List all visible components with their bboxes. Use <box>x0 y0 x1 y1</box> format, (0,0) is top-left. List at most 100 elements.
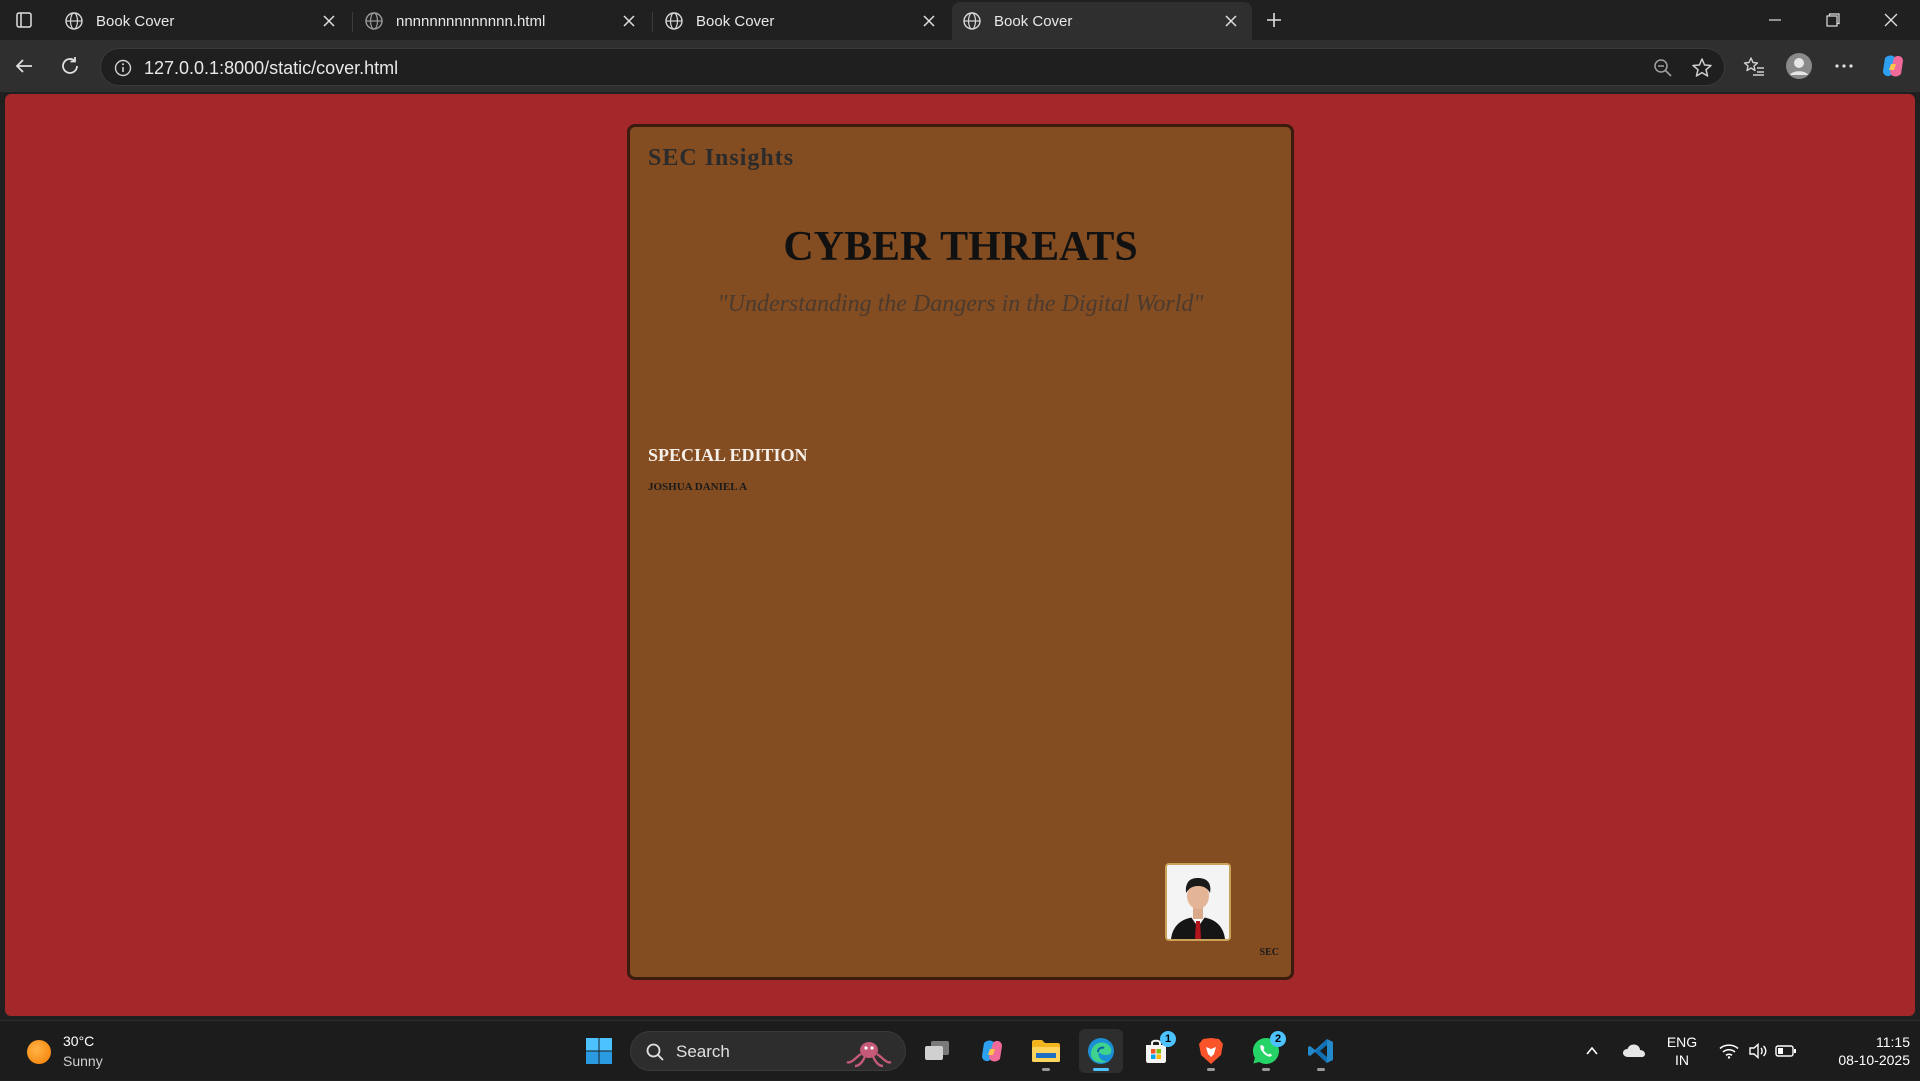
weather-widget[interactable]: 30°C Sunny <box>25 1031 135 1071</box>
reload-button[interactable] <box>54 50 86 82</box>
speaker-icon <box>1749 1043 1767 1059</box>
profile-button[interactable] <box>1783 50 1815 82</box>
taskbar-edge[interactable] <box>1079 1029 1123 1073</box>
tab-actions-button[interactable] <box>10 8 38 32</box>
wifi-icon <box>1719 1044 1739 1059</box>
copilot-icon <box>982 1040 1002 1062</box>
tab-book-cover-1[interactable]: Book Cover <box>54 2 350 40</box>
input-language-indicator[interactable]: ENG IN <box>1660 1033 1704 1069</box>
site-info-icon[interactable] <box>113 58 133 78</box>
brave-lion-icon <box>1199 1038 1223 1064</box>
tab-title: Book Cover <box>994 12 1073 30</box>
notification-badge: 2 <box>1270 1031 1286 1047</box>
favorites-button[interactable] <box>1738 50 1770 82</box>
tab-close-button[interactable] <box>318 10 340 32</box>
more-menu-button[interactable] <box>1828 50 1860 82</box>
plus-icon <box>1267 13 1281 27</box>
task-view-button[interactable] <box>915 1029 959 1073</box>
close-icon <box>1884 13 1898 27</box>
region-code: IN <box>1675 1052 1689 1068</box>
volume-status[interactable] <box>1744 1021 1772 1081</box>
edge-browser-icon <box>1088 1038 1114 1064</box>
publisher-name: SEC Insights <box>648 145 795 171</box>
edition-label: SPECIAL EDITION <box>648 445 808 465</box>
close-icon <box>323 15 335 27</box>
clock-date: 08-10-2025 <box>1838 1052 1910 1068</box>
page-viewport: SEC Insights CYBER THREATS "Understandin… <box>5 94 1915 1016</box>
running-indicator <box>1042 1068 1050 1071</box>
new-tab-button[interactable] <box>1260 6 1288 34</box>
weather-temperature: 30°C <box>63 1033 95 1049</box>
taskbar-store[interactable]: 1 <box>1134 1029 1178 1073</box>
minimize-button[interactable] <box>1746 0 1804 40</box>
running-indicator <box>1262 1068 1270 1071</box>
cloud-icon <box>1623 1044 1645 1057</box>
tab-title: nnnnnnnnnnnnnn.html <box>396 12 546 30</box>
back-button[interactable] <box>8 50 40 82</box>
windows-logo-icon <box>586 1038 612 1064</box>
tab-nnnn-html[interactable]: nnnnnnnnnnnnnn.html <box>352 2 650 40</box>
browser-toolbar: 127.0.0.1:8000/static/cover.html <box>0 40 1920 92</box>
tab-title: Book Cover <box>96 12 175 30</box>
globe-icon <box>365 12 383 30</box>
tab-close-button[interactable] <box>918 10 940 32</box>
tab-strip: Book Cover nnnnnnnnnnnnnn.html Book Cove… <box>0 0 1920 40</box>
author-name: JOSHUA DANIEL A <box>648 481 748 493</box>
copilot-button[interactable] <box>1877 50 1909 82</box>
brand-mark: SEC <box>1259 947 1279 958</box>
folder-icon <box>1032 1040 1060 1062</box>
wifi-status[interactable] <box>1714 1021 1744 1081</box>
taskbar-vscode[interactable] <box>1299 1029 1343 1073</box>
battery-status[interactable] <box>1772 1021 1800 1081</box>
onedrive-button[interactable] <box>1618 1021 1650 1081</box>
tab-book-cover-2[interactable]: Book Cover <box>652 2 950 40</box>
back-arrow-icon <box>15 59 32 73</box>
tab-close-button[interactable] <box>618 10 640 32</box>
taskbar-file-explorer[interactable] <box>1024 1029 1068 1073</box>
taskbar-copilot-app[interactable] <box>970 1029 1014 1073</box>
running-indicator <box>1317 1068 1325 1071</box>
favorite-star-icon[interactable] <box>1690 56 1714 80</box>
search-highlight-icon <box>846 1042 892 1068</box>
book-title: CYBER THREATS <box>783 224 1138 270</box>
book-tagline: "Understanding the Dangers in the Digita… <box>717 291 1204 317</box>
vscode-icon <box>1308 1039 1333 1063</box>
book-cover: SEC Insights CYBER THREATS "Understandin… <box>627 124 1294 980</box>
search-label: Search <box>676 1042 730 1061</box>
chevron-up-icon <box>1586 1046 1598 1055</box>
tab-close-button[interactable] <box>1220 10 1242 32</box>
start-button[interactable] <box>577 1029 621 1073</box>
globe-icon <box>65 12 83 30</box>
zoom-out-icon[interactable] <box>1652 57 1674 79</box>
system-clock[interactable]: 11:15 08-10-2025 <box>1810 1033 1910 1069</box>
close-window-button[interactable] <box>1862 0 1920 40</box>
close-icon <box>923 15 935 27</box>
search-icon <box>646 1043 664 1061</box>
profile-avatar-icon <box>1786 53 1812 79</box>
globe-icon <box>665 12 683 30</box>
restore-icon <box>1826 13 1840 27</box>
battery-icon <box>1775 1045 1796 1057</box>
show-hidden-icons-button[interactable] <box>1578 1021 1606 1081</box>
author-portrait-icon <box>1167 865 1229 939</box>
reload-icon <box>62 57 78 74</box>
taskbar-brave[interactable] <box>1189 1029 1233 1073</box>
sunny-icon <box>27 1040 51 1064</box>
notification-badge: 1 <box>1160 1031 1176 1047</box>
taskbar-whatsapp[interactable]: 2 <box>1244 1029 1288 1073</box>
url-text[interactable]: 127.0.0.1:8000/static/cover.html <box>144 58 398 79</box>
taskbar-search[interactable]: Search <box>630 1031 906 1071</box>
task-view-icon <box>925 1041 949 1060</box>
favorites-list-icon <box>1743 57 1764 76</box>
close-icon <box>623 15 635 27</box>
tab-title: Book Cover <box>696 12 775 30</box>
more-dots-icon <box>1835 64 1853 68</box>
tab-book-cover-active[interactable]: Book Cover <box>952 2 1252 40</box>
restore-button[interactable] <box>1804 0 1862 40</box>
running-indicator <box>1207 1068 1215 1071</box>
tab-separator <box>652 12 653 32</box>
weather-condition: Sunny <box>63 1053 103 1069</box>
address-bar[interactable]: 127.0.0.1:8000/static/cover.html <box>100 48 1725 86</box>
taskbar: 30°C Sunny Search 1 2 ENG IN 11:15 08-10… <box>0 1020 1920 1080</box>
copilot-icon <box>1883 55 1903 77</box>
